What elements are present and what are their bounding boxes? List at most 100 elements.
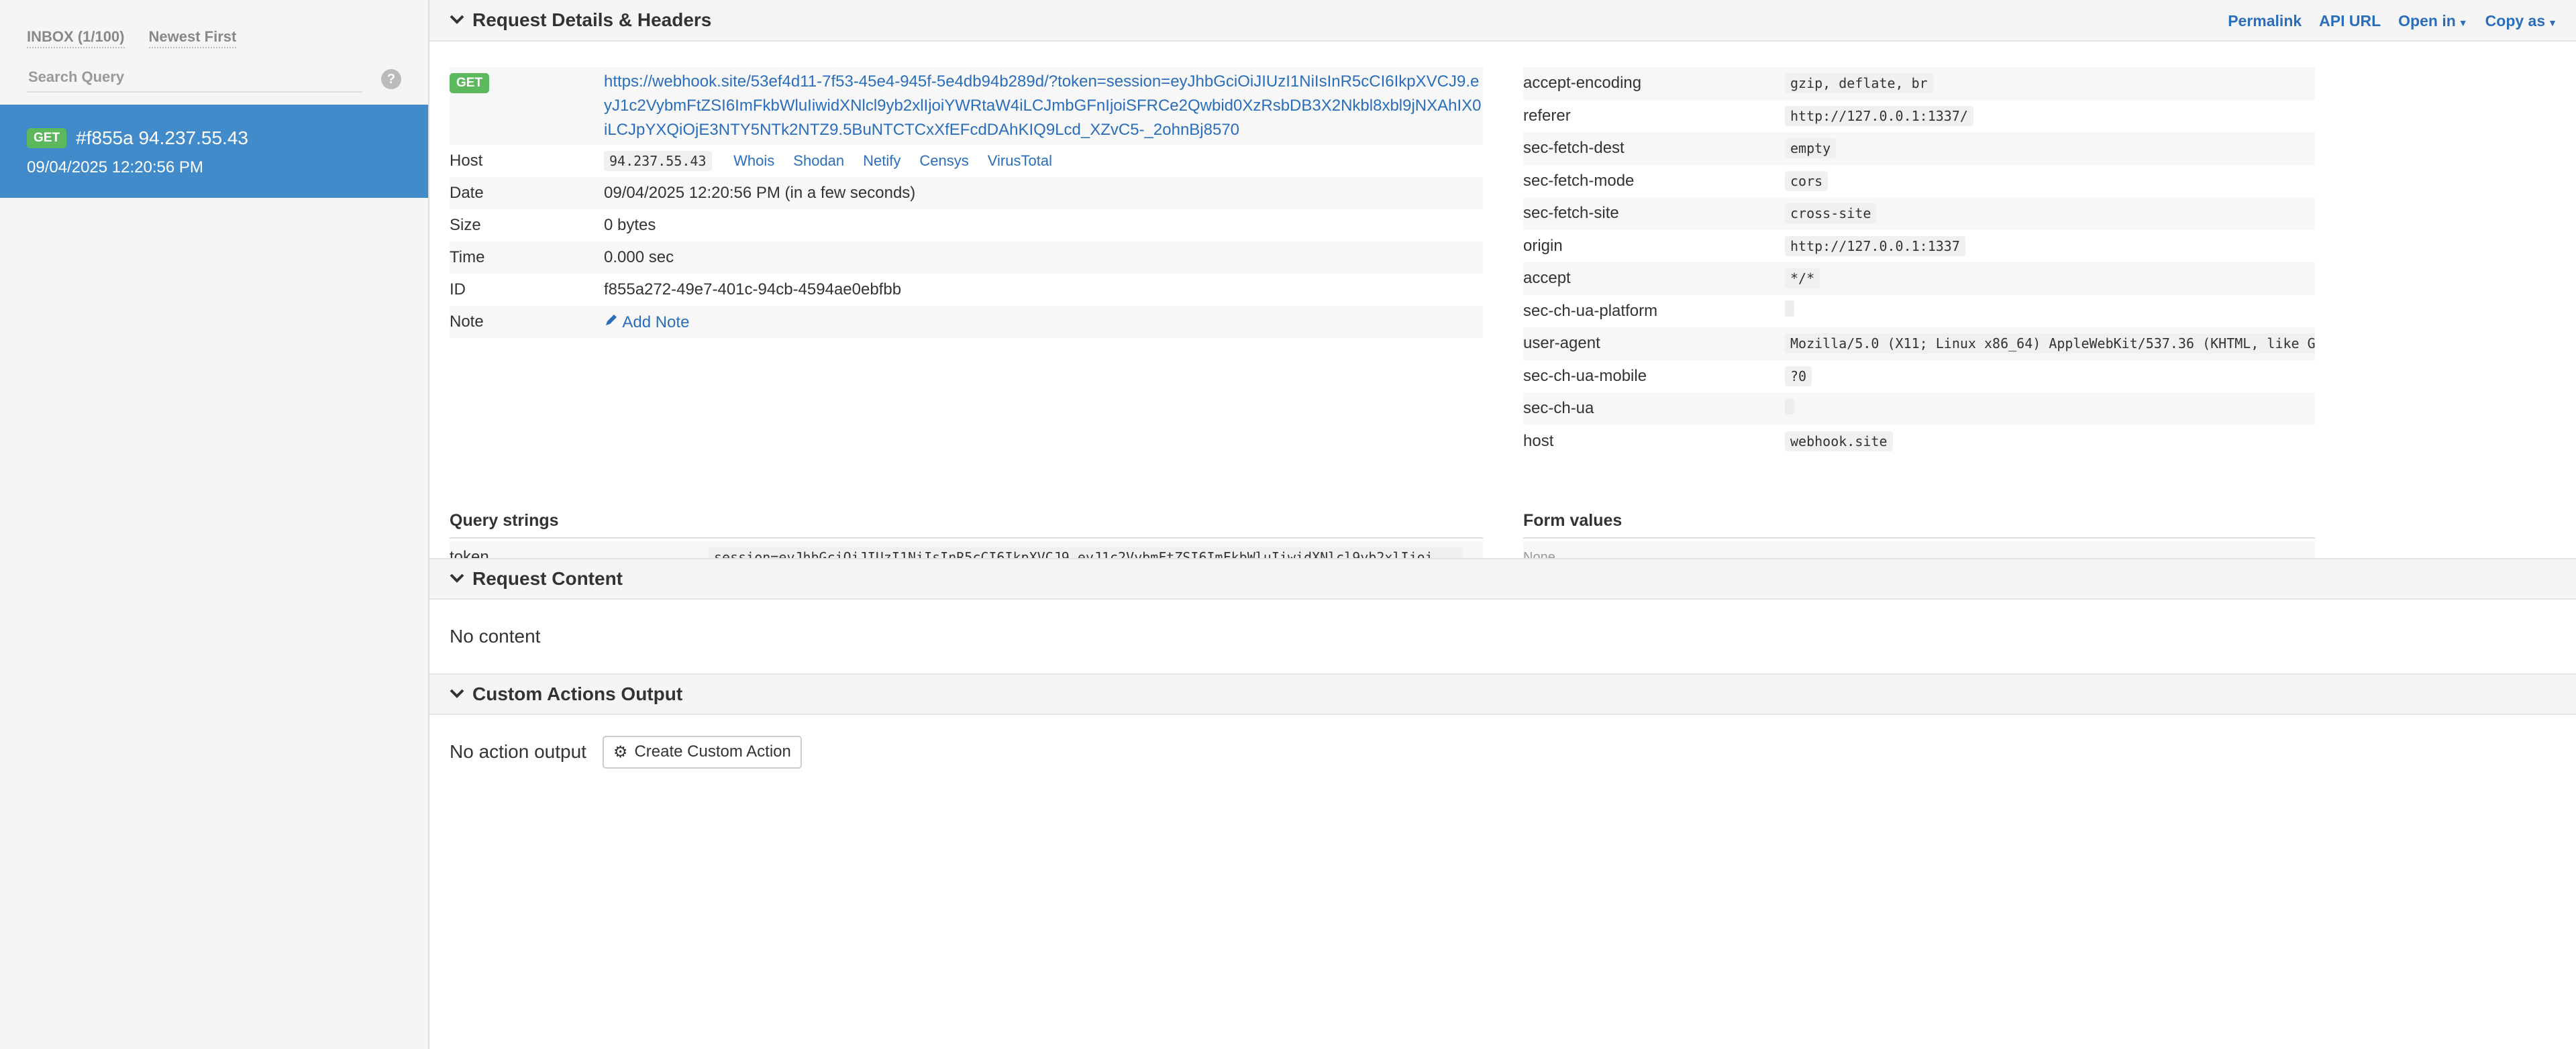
header-row: sec-fetch-site cross-site [1523,197,2315,230]
url-row: GET https://webhook.site/53ef4d11-7f53-4… [450,67,1483,145]
header-name: referer [1523,106,1571,125]
header-value: webhook.site [1785,431,1893,451]
header-row: origin http://127.0.0.1:1337 [1523,230,2315,263]
request-content-body: No content [429,600,2576,673]
chevron-down-icon [450,685,464,703]
caret-down-icon: ▼ [2458,17,2468,28]
header-value: http://127.0.0.1:1337/ [1785,105,1973,126]
form-values-title: Form values [1523,511,2315,539]
chevron-down-icon [450,570,464,588]
header-value: gzip, deflate, br [1785,73,1933,94]
create-custom-action-button[interactable]: ⚙ Create Custom Action [602,735,802,769]
help-icon[interactable]: ? [381,69,401,89]
header-name: accept [1523,269,1571,288]
id-value: f855a272-49e7-401c-94cb-4594ae0ebfbb [604,280,902,298]
time-value: 0.000 sec [604,248,674,266]
section-request-content[interactable]: Request Content [429,558,2576,600]
copy-as-dropdown[interactable]: Copy as ▼ [2485,12,2557,30]
date-row: Date 09/04/2025 12:20:56 PM (in a few se… [450,177,1483,209]
app: INBOX (1/100) Newest First ? GET #f855a … [0,0,2576,1049]
request-title: #f855a 94.237.55.43 [76,127,248,148]
main-panel: Request Details & Headers Permalink API … [429,0,2576,1049]
header-name: sec-fetch-mode [1523,171,1635,190]
method-badge: GET [450,73,490,93]
method-badge: GET [27,128,67,148]
header-value: Mozilla/5.0 (X11; Linux x86_64) AppleWeb… [1785,333,2315,354]
header-value: cross-site [1785,203,1877,224]
note-row: Note Add Note [450,306,1483,338]
request-url-link[interactable]: https://webhook.site/53ef4d11-7f53-45e4-… [604,70,1483,142]
header-value [1785,300,1794,317]
host-label: Host [450,152,483,170]
header-name: accept-encoding [1523,74,1642,93]
header-row: sec-fetch-dest empty [1523,132,2315,165]
section-request-details[interactable]: Request Details & Headers Permalink API … [429,0,2576,42]
header-row: sec-ch-ua [1523,392,2315,425]
caret-down-icon: ▼ [2548,17,2557,28]
id-row: ID f855a272-49e7-401c-94cb-4594ae0ebfbb [450,274,1483,306]
header-row: sec-fetch-mode cors [1523,165,2315,198]
permalink-link[interactable]: Permalink [2228,12,2302,30]
date-label: Date [450,184,484,202]
virustotal-link[interactable]: VirusTotal [988,152,1052,170]
header-value: */* [1785,268,1820,289]
sort-newest-first[interactable]: Newest First [148,28,237,48]
header-row: referer http://127.0.0.1:1337/ [1523,100,2315,133]
note-label: Note [450,313,484,331]
header-row: accept-encoding gzip, deflate, br [1523,67,2315,100]
gear-icon: ⚙ [613,742,628,761]
add-note-label: Add Note [622,313,690,331]
no-action-output-text: No action output [450,741,586,762]
header-name: user-agent [1523,334,1600,353]
shodan-link[interactable]: Shodan [793,152,844,170]
no-content-text: No content [450,626,541,647]
chevron-down-icon [450,11,464,29]
id-label: ID [450,280,466,298]
host-row: Host 94.237.55.43 Whois Shodan Netify Ce… [450,145,1483,177]
censys-link[interactable]: Censys [919,152,968,170]
host-value: 94.237.55.43 [604,151,712,171]
api-url-link[interactable]: API URL [2319,12,2381,30]
header-row: accept */* [1523,262,2315,295]
date-value: 09/04/2025 12:20:56 PM (in a few seconds… [604,184,916,202]
header-name: sec-fetch-dest [1523,139,1625,158]
size-row: Size 0 bytes [450,209,1483,241]
header-name: sec-ch-ua-platform [1523,301,1658,320]
sidebar: INBOX (1/100) Newest First ? GET #f855a … [0,0,429,1049]
pencil-icon [604,313,622,331]
open-in-dropdown[interactable]: Open in ▼ [2398,12,2467,30]
whois-link[interactable]: Whois [733,152,774,170]
query-strings-title: Query strings [450,511,1483,539]
header-value: ?0 [1785,366,1812,386]
netify-link[interactable]: Netify [863,152,900,170]
create-custom-action-label: Create Custom Action [634,742,791,761]
time-label: Time [450,248,485,266]
header-row: sec-ch-ua-mobile ?0 [1523,360,2315,393]
section-title: Request Content [472,568,623,589]
request-list-item[interactable]: GET #f855a 94.237.55.43 09/04/2025 12:20… [0,105,428,198]
size-value: 0 bytes [604,216,656,234]
header-name: origin [1523,236,1563,255]
header-name: sec-fetch-site [1523,204,1619,223]
section-custom-actions[interactable]: Custom Actions Output [429,673,2576,715]
header-value [1785,398,1794,415]
header-name: sec-ch-ua [1523,399,1594,418]
headers-table: accept-encoding gzip, deflate, br referer h… [1523,67,2315,457]
header-row: user-agent Mozilla/5.0 (X11; Linux x86_64… [1523,327,2315,360]
header-value: empty [1785,138,1837,159]
inbox-label[interactable]: INBOX (1/100) [27,28,125,48]
header-name: sec-ch-ua-mobile [1523,366,1647,385]
header-row: sec-ch-ua-platform [1523,295,2315,328]
section-title: Custom Actions Output [472,683,683,704]
search-input[interactable] [27,66,362,93]
request-date: 09/04/2025 12:20:56 PM [27,158,203,176]
add-note-button[interactable]: Add Note [604,313,689,331]
header-value: http://127.0.0.1:1337 [1785,235,1965,256]
section-title: Request Details & Headers [472,9,712,30]
request-details: GET https://webhook.site/53ef4d11-7f53-4… [429,42,2576,573]
size-label: Size [450,216,481,234]
header-name: host [1523,431,1554,450]
header-value: cors [1785,170,1828,191]
header-row: host webhook.site [1523,425,2315,458]
time-row: Time 0.000 sec [450,241,1483,274]
